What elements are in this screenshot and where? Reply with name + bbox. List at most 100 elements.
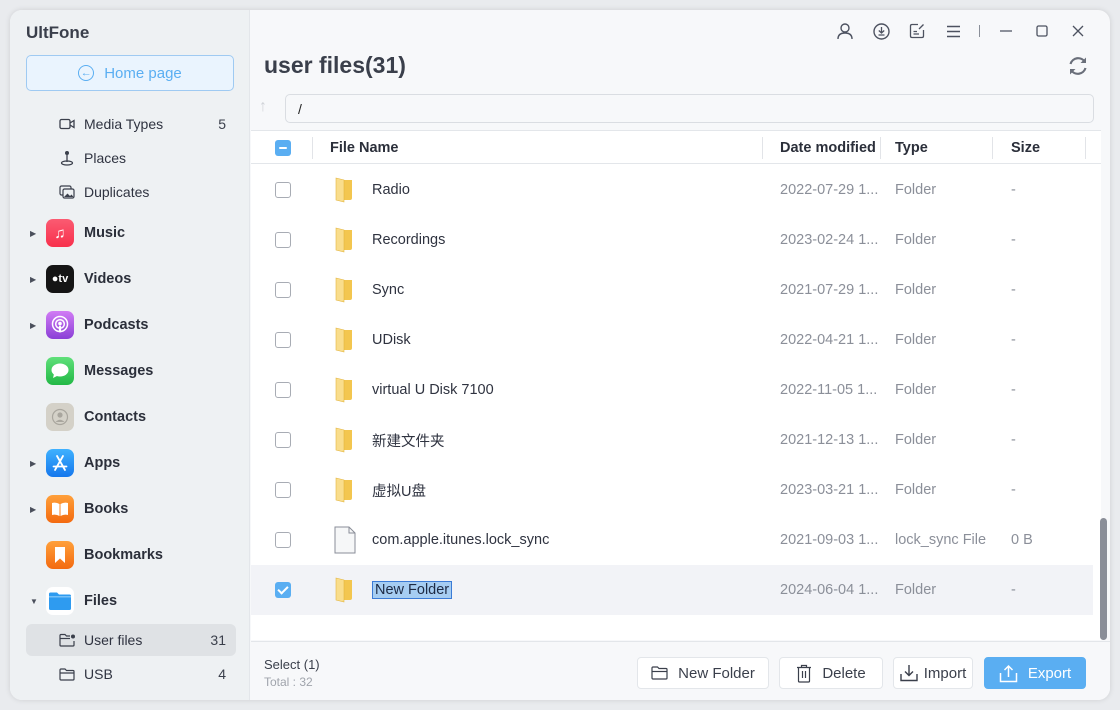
- sidebar-item-places[interactable]: Places: [26, 142, 236, 174]
- sidebar-category-bookmarks[interactable]: Bookmarks: [26, 537, 236, 573]
- table-row[interactable]: com.apple.itunes.lock_sync 2021-09-03 1..…: [251, 515, 1093, 565]
- expand-arrow-icon[interactable]: ▶: [26, 321, 46, 330]
- row-checkbox[interactable]: [275, 482, 291, 498]
- expand-arrow-icon[interactable]: ▶: [26, 459, 46, 468]
- sidebar-category-contacts[interactable]: Contacts: [26, 399, 236, 435]
- column-divider[interactable]: [880, 137, 881, 159]
- column-header-size[interactable]: Size: [1011, 131, 1040, 164]
- category-label: Messages: [84, 363, 154, 379]
- file-name: Recordings: [372, 232, 446, 248]
- expand-arrow-icon[interactable]: ▶: [26, 505, 46, 514]
- file-type: Folder: [895, 232, 937, 248]
- refresh-icon[interactable]: [1066, 54, 1090, 78]
- export-button[interactable]: Export: [984, 657, 1086, 689]
- sidebar-item-usb[interactable]: USB 4: [26, 658, 236, 690]
- file-type: Folder: [895, 182, 937, 198]
- sidebar-category-music[interactable]: ▶ ♫ Music: [26, 215, 236, 251]
- table-row[interactable]: Radio 2022-07-29 1... Folder -: [251, 165, 1093, 215]
- column-divider[interactable]: [312, 137, 313, 159]
- table-row[interactable]: Sync 2021-07-29 1... Folder -: [251, 265, 1093, 315]
- path-input[interactable]: [285, 94, 1094, 123]
- row-checkbox[interactable]: [275, 282, 291, 298]
- row-checkbox[interactable]: [275, 532, 291, 548]
- sidebar-item-label: Places: [84, 150, 127, 166]
- column-divider[interactable]: [992, 137, 993, 159]
- table-row[interactable]: 虚拟U盘 2023-03-21 1... Folder -: [251, 465, 1093, 515]
- file-type: Folder: [895, 382, 937, 398]
- folder-icon: [334, 265, 354, 315]
- collapse-arrow-icon[interactable]: ▼: [26, 597, 46, 606]
- file-name: Radio: [372, 182, 410, 198]
- select-all-checkbox[interactable]: [275, 139, 291, 156]
- table-row[interactable]: New Folder 2024-06-04 1... Folder -: [251, 565, 1093, 615]
- file-type: Folder: [895, 432, 937, 448]
- date-modified: 2022-11-05 1...: [780, 382, 878, 398]
- folder-icon: [334, 465, 354, 515]
- table-row[interactable]: Recordings 2023-02-24 1... Folder -: [251, 215, 1093, 265]
- total-count: Total : 32: [264, 675, 313, 689]
- sidebar-item-user-files[interactable]: User files 31: [26, 624, 236, 656]
- table-body: Radio 2022-07-29 1... Folder - Recordings 202…: [251, 165, 1093, 615]
- delete-button[interactable]: Delete: [779, 657, 883, 689]
- item-count: 4: [218, 666, 226, 682]
- row-checkbox[interactable]: [275, 332, 291, 348]
- row-checkbox[interactable]: [275, 432, 291, 448]
- brand-logo: UltFone: [26, 23, 90, 42]
- expand-arrow-icon[interactable]: ▶: [26, 275, 46, 284]
- row-checkbox[interactable]: [275, 182, 291, 198]
- category-label: Apps: [84, 455, 121, 471]
- sidebar-category-videos[interactable]: ▶ ●tv Videos: [26, 261, 236, 297]
- column-header-type[interactable]: Type: [895, 131, 928, 164]
- file-type: lock_sync File: [895, 532, 987, 548]
- row-checkbox[interactable]: [275, 232, 291, 248]
- sidebar-category-files[interactable]: ▼ Files: [26, 583, 236, 619]
- sidebar-category-messages[interactable]: Messages: [26, 353, 236, 389]
- file-size: -: [1011, 382, 1016, 398]
- row-checkbox[interactable]: [275, 382, 291, 398]
- vertical-scrollbar[interactable]: [1100, 518, 1107, 640]
- home-page-button[interactable]: ← Home page: [26, 55, 234, 91]
- user-icon[interactable]: [827, 20, 863, 42]
- table-row[interactable]: UDisk 2022-04-21 1... Folder -: [251, 315, 1093, 365]
- main-panel: user files(31) ↑ File Name Date modified…: [251, 10, 1110, 700]
- menu-icon[interactable]: [935, 20, 971, 42]
- folder-icon: [334, 565, 354, 615]
- column-divider[interactable]: [1085, 137, 1086, 159]
- folder-icon: [334, 365, 354, 415]
- footer-bar: Select (1) Total : 32 New Folder Delete …: [251, 641, 1110, 700]
- minimize-icon[interactable]: [988, 20, 1024, 42]
- file-name-edit-input[interactable]: New Folder: [372, 581, 453, 599]
- row-checkbox[interactable]: [275, 582, 291, 598]
- column-divider[interactable]: [762, 137, 763, 159]
- sidebar-item-media-types[interactable]: Media Types 5: [26, 108, 236, 140]
- category-label: Podcasts: [84, 317, 149, 333]
- sidebar-item-duplicates[interactable]: Duplicates: [26, 176, 236, 208]
- expand-arrow-icon[interactable]: ▶: [26, 229, 46, 238]
- item-count: 5: [218, 116, 226, 132]
- sidebar-category-books[interactable]: ▶ Books: [26, 491, 236, 527]
- sidebar-category-apps[interactable]: ▶ Apps: [26, 445, 236, 481]
- app-window: UltFone ← Home page Media Types 5 Places…: [10, 10, 1110, 700]
- sidebar-category-podcasts[interactable]: ▶ Podcasts: [26, 307, 236, 343]
- download-icon[interactable]: [863, 20, 899, 42]
- video-camera-icon: [58, 118, 76, 130]
- file-name: UDisk: [372, 332, 411, 348]
- table-row[interactable]: virtual U Disk 7100 2022-11-05 1... Folder…: [251, 365, 1093, 415]
- close-icon[interactable]: [1060, 20, 1096, 42]
- import-button[interactable]: Import: [893, 657, 973, 689]
- new-folder-label: New Folder: [678, 664, 755, 682]
- date-modified: 2024-06-04 1...: [780, 582, 879, 598]
- file-size: -: [1011, 282, 1016, 298]
- category-label: Contacts: [84, 409, 147, 425]
- go-up-icon[interactable]: ↑: [259, 98, 267, 116]
- selection-count: Select (1): [264, 657, 320, 672]
- maximize-icon[interactable]: [1024, 20, 1060, 42]
- feedback-icon[interactable]: [899, 20, 935, 42]
- trash-icon: [796, 664, 812, 683]
- sidebar-item-label: USB: [84, 666, 113, 682]
- new-folder-button[interactable]: New Folder: [637, 657, 769, 689]
- date-modified: 2021-12-13 1...: [780, 432, 879, 448]
- column-header-date-modified[interactable]: Date modified: [780, 131, 876, 164]
- column-header-file-name[interactable]: File Name: [330, 131, 399, 164]
- table-row[interactable]: 新建文件夹 2021-12-13 1... Folder -: [251, 415, 1093, 465]
